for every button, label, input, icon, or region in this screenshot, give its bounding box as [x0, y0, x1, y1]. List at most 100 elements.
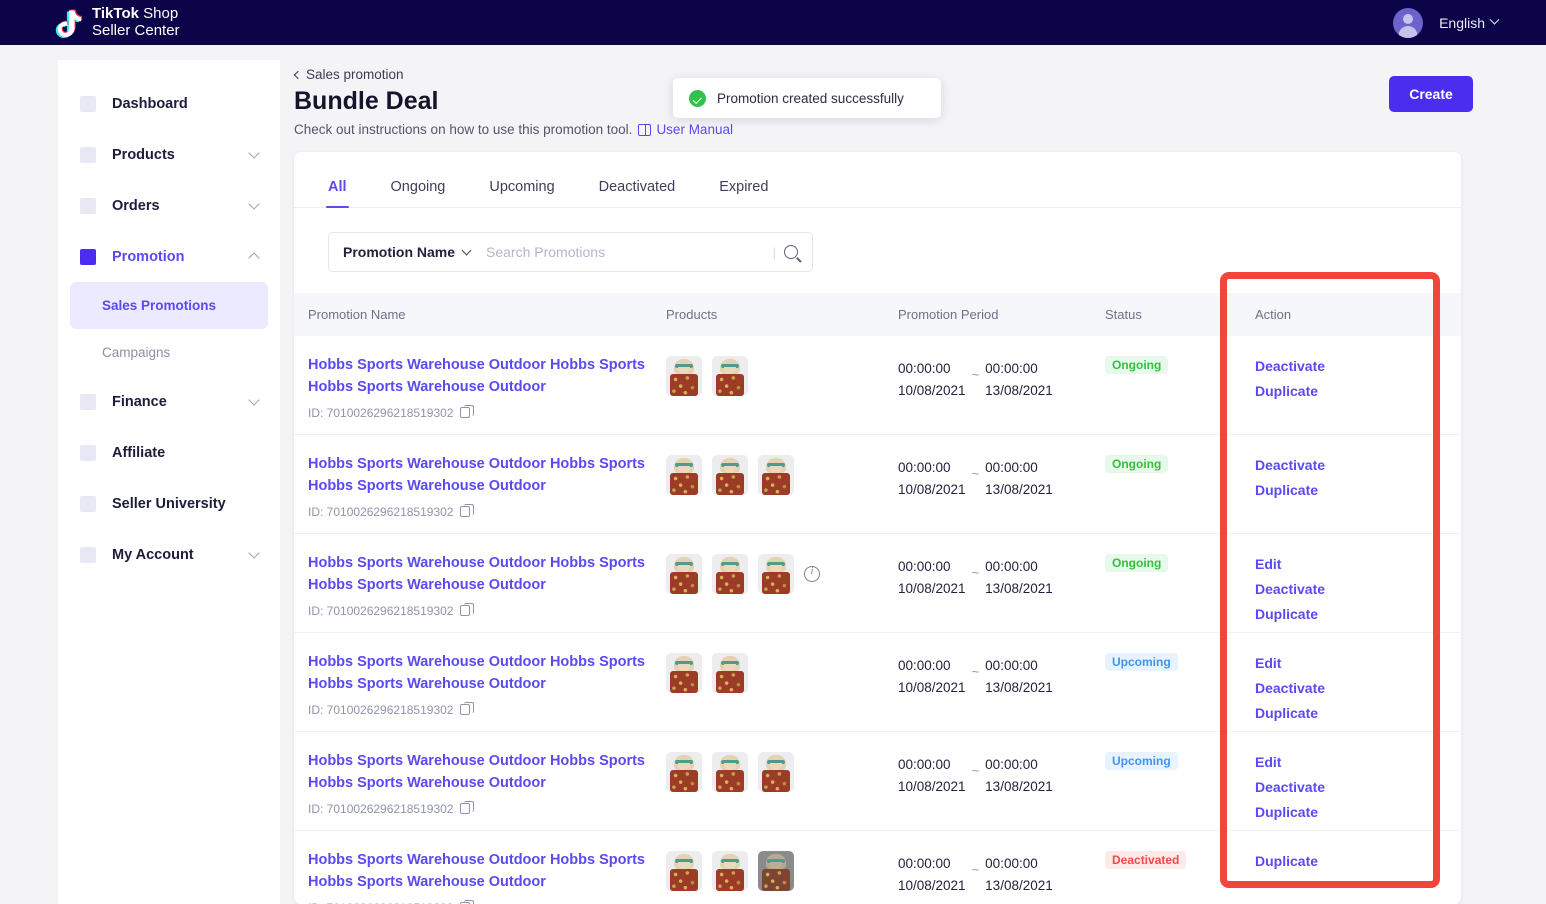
copy-icon[interactable]: [460, 603, 474, 617]
sidebar-item-label: Promotion: [112, 248, 185, 265]
user-manual-link[interactable]: User Manual: [638, 122, 733, 137]
end-time: 00:00:00: [985, 757, 1038, 772]
sidebar-item-label: Affiliate: [112, 444, 166, 461]
period-separator: ~: [971, 565, 980, 580]
product-thumbnail[interactable]: [666, 851, 702, 891]
action-deactivate-link[interactable]: Deactivate: [1255, 775, 1429, 800]
start-time: 00:00:00: [898, 460, 951, 475]
create-button[interactable]: Create: [1389, 76, 1473, 112]
product-thumbnail[interactable]: [758, 455, 794, 495]
product-thumbnail[interactable]: [666, 653, 702, 693]
finance-icon: [80, 393, 96, 410]
status-badge: Deactivated: [1105, 851, 1187, 869]
action-edit-link[interactable]: Edit: [1255, 750, 1429, 775]
sidebar-item-promotion[interactable]: Promotion: [58, 231, 280, 282]
sidebar-item-seller-university[interactable]: Seller University: [58, 478, 280, 529]
avatar[interactable]: [1393, 7, 1424, 38]
action-duplicate-link[interactable]: Duplicate: [1255, 602, 1429, 627]
promotion-end: 00:00:00 13/08/2021: [985, 853, 1053, 897]
action-edit-link[interactable]: Edit: [1255, 651, 1429, 676]
action-duplicate-link[interactable]: Duplicate: [1255, 379, 1429, 404]
sidebar-subitem-campaigns[interactable]: Campaigns: [70, 329, 268, 376]
tab-expired[interactable]: Expired: [719, 179, 768, 207]
action-duplicate-link[interactable]: Duplicate: [1255, 478, 1429, 503]
table-row: Hobbs Sports Warehouse Outdoor Hobbs Spo…: [294, 534, 1461, 633]
breadcrumb-label: Sales promotion: [306, 67, 404, 82]
chevron-down-icon: [248, 146, 260, 159]
end-time: 00:00:00: [985, 559, 1038, 574]
sidebar-item-finance[interactable]: Finance: [58, 376, 280, 427]
product-thumbnail[interactable]: [712, 455, 748, 495]
status-badge: Ongoing: [1105, 356, 1169, 374]
products-cell: [666, 336, 898, 434]
sidebar-subitem-label: Sales Promotions: [102, 298, 217, 313]
action-deactivate-link[interactable]: Deactivate: [1255, 676, 1429, 701]
action-duplicate-link[interactable]: Duplicate: [1255, 849, 1429, 874]
promotion-name-link[interactable]: Hobbs Sports Warehouse Outdoor Hobbs Spo…: [308, 750, 652, 795]
copy-icon[interactable]: [460, 504, 474, 518]
search-icon[interactable]: [784, 245, 798, 259]
product-thumbnail[interactable]: [712, 356, 748, 396]
promotion-name-cell: Hobbs Sports Warehouse Outdoor Hobbs Spo…: [294, 534, 666, 632]
product-thumbnail[interactable]: [666, 455, 702, 495]
breadcrumb[interactable]: Sales promotion: [293, 67, 404, 82]
promotion-name-link[interactable]: Hobbs Sports Warehouse Outdoor Hobbs Spo…: [308, 849, 652, 894]
action-deactivate-link[interactable]: Deactivate: [1255, 354, 1429, 379]
search-filter-dropdown[interactable]: Promotion Name: [343, 244, 472, 260]
copy-icon[interactable]: [460, 702, 474, 716]
product-thumbnail[interactable]: [712, 752, 748, 792]
page-subtitle: Check out instructions on how to use thi…: [294, 122, 733, 137]
sidebar-subitem-sales-promotions[interactable]: Sales Promotions: [70, 282, 268, 329]
search-input[interactable]: [484, 243, 773, 261]
action-duplicate-link[interactable]: Duplicate: [1255, 800, 1429, 825]
promotion-name-cell: Hobbs Sports Warehouse Outdoor Hobbs Spo…: [294, 336, 666, 434]
language-selector[interactable]: English: [1439, 15, 1500, 31]
product-thumbnail[interactable]: [712, 851, 748, 891]
copy-icon[interactable]: [460, 801, 474, 815]
product-thumbnail[interactable]: [758, 752, 794, 792]
product-thumbnail[interactable]: [758, 554, 794, 594]
promotion-name-link[interactable]: Hobbs Sports Warehouse Outdoor Hobbs Spo…: [308, 552, 652, 597]
product-thumbnail[interactable]: [712, 653, 748, 693]
sidebar-item-my-account[interactable]: My Account: [58, 529, 280, 580]
copy-icon[interactable]: [460, 405, 474, 419]
sidebar-item-dashboard[interactable]: Dashboard: [58, 78, 280, 129]
brand-logo[interactable]: TikTok Shop Seller Center: [52, 6, 180, 40]
promotion-name-link[interactable]: Hobbs Sports Warehouse Outdoor Hobbs Spo…: [308, 453, 652, 498]
end-time: 00:00:00: [985, 658, 1038, 673]
start-date: 10/08/2021: [898, 778, 966, 794]
product-thumbnail[interactable]: [712, 554, 748, 594]
product-thumbnail[interactable]: [666, 752, 702, 792]
status-cell: Deactivated: [1105, 831, 1229, 904]
tab-ongoing[interactable]: Ongoing: [391, 179, 446, 207]
column-header-promotion-period: Promotion Period: [898, 307, 999, 322]
info-icon[interactable]: [804, 566, 820, 582]
start-date: 10/08/2021: [898, 679, 966, 695]
action-cell: Edit Deactivate Duplicate: [1229, 732, 1429, 830]
product-thumbnail[interactable]: [666, 554, 702, 594]
promotion-end: 00:00:00 13/08/2021: [985, 457, 1053, 501]
status-badge: Ongoing: [1105, 554, 1169, 572]
action-deactivate-link[interactable]: Deactivate: [1255, 577, 1429, 602]
promotion-name-link[interactable]: Hobbs Sports Warehouse Outdoor Hobbs Spo…: [308, 354, 652, 399]
promotion-end: 00:00:00 13/08/2021: [985, 556, 1053, 600]
main-content: Sales promotion Bundle Deal Check out in…: [280, 45, 1546, 904]
tab-upcoming[interactable]: Upcoming: [489, 179, 554, 207]
action-deactivate-link[interactable]: Deactivate: [1255, 453, 1429, 478]
tab-deactivated[interactable]: Deactivated: [599, 179, 676, 207]
affiliate-icon: [80, 444, 96, 461]
sidebar-item-affiliate[interactable]: Affiliate: [58, 427, 280, 478]
promotion-id-label: ID: 7010026296218519302: [308, 504, 454, 519]
sidebar-item-orders[interactable]: Orders: [58, 180, 280, 231]
product-thumbnail[interactable]: [758, 851, 794, 891]
products-cell: [666, 633, 898, 731]
promotion-name-link[interactable]: Hobbs Sports Warehouse Outdoor Hobbs Spo…: [308, 651, 652, 696]
sidebar-item-products[interactable]: Products: [58, 129, 280, 180]
product-thumbnail[interactable]: [666, 356, 702, 396]
promotion-id-label: ID: 7010026296218519302: [308, 801, 454, 816]
action-duplicate-link[interactable]: Duplicate: [1255, 701, 1429, 726]
tab-all[interactable]: All: [326, 179, 349, 208]
dashboard-icon: [80, 95, 96, 112]
action-edit-link[interactable]: Edit: [1255, 552, 1429, 577]
book-icon: [638, 123, 652, 136]
